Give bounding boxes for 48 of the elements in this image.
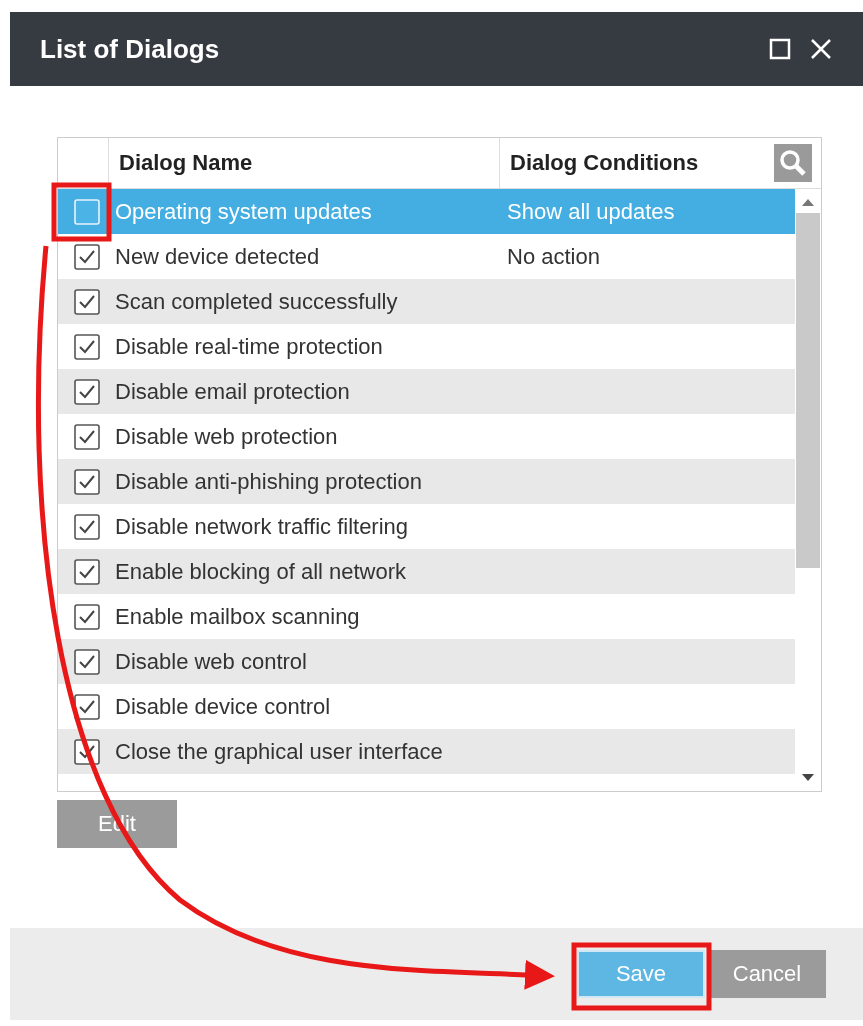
dialog-name: Operating system updates	[115, 198, 373, 225]
checkbox[interactable]	[73, 243, 100, 270]
close-icon[interactable]	[809, 37, 833, 61]
column-header[interactable]: Dialog Conditions	[500, 138, 770, 188]
checkbox[interactable]	[73, 333, 100, 360]
scroll-thumb[interactable]	[796, 213, 820, 568]
dialog-name: Close the graphical user interface	[115, 738, 444, 765]
dialog-name: Disable device control	[115, 693, 332, 720]
checkbox[interactable]	[73, 423, 100, 450]
scroll-up-icon[interactable]	[801, 197, 815, 207]
checkbox[interactable]	[73, 693, 100, 720]
table-row[interactable]: Disable web protection	[58, 414, 795, 459]
dialog-name: Disable web protection	[115, 423, 339, 450]
table-row[interactable]: Close the graphical user interface	[58, 729, 795, 774]
checkbox[interactable]	[73, 288, 100, 315]
table-row[interactable]: Disable device control	[58, 684, 795, 729]
table-row[interactable]: Disable network traffic filtering	[58, 504, 795, 549]
dialog-name: Disable web control	[115, 648, 308, 675]
column-header[interactable]: Dialog Name	[109, 138, 500, 188]
table-row[interactable]: Enable mailbox scanning	[58, 594, 795, 639]
dialog-condition: No action	[507, 243, 600, 270]
table-row[interactable]: Disable anti-phishing protection	[58, 459, 795, 504]
checkbox[interactable]	[73, 558, 100, 585]
dialog-name: Enable mailbox scanning	[115, 603, 361, 630]
table-row[interactable]: Enable blocking of all network	[58, 549, 795, 594]
dialog-name: Disable real-time protection	[115, 333, 384, 360]
checkbox[interactable]	[73, 603, 100, 630]
checkbox[interactable]	[73, 648, 100, 675]
window-title: List of Dialogs	[40, 33, 220, 65]
dialog-name: Disable anti-phishing protection	[115, 468, 423, 495]
table-row[interactable]: Disable real-time protection	[58, 324, 795, 369]
dialog-name: Enable blocking of all network	[115, 558, 408, 585]
checkbox[interactable]	[73, 378, 100, 405]
highlight-frame	[51, 182, 112, 242]
dialog-condition: Show all updates	[507, 198, 675, 225]
table-row[interactable]: Scan completed successfully	[58, 279, 795, 324]
dialog-name: Scan completed successfully	[115, 288, 399, 315]
dialog-name: New device detected	[115, 243, 321, 270]
table-row[interactable]: New device detected No action	[58, 234, 795, 279]
table-row[interactable]: Disable email protection	[58, 369, 795, 414]
search-icon[interactable]	[774, 144, 812, 182]
checkbox[interactable]	[73, 513, 100, 540]
table-row[interactable]: Disable web control	[58, 639, 795, 684]
checkbox[interactable]	[73, 468, 100, 495]
maximize-icon[interactable]	[769, 38, 791, 60]
dialog-name: Disable email protection	[115, 378, 351, 405]
dialog-name: Disable network traffic filtering	[115, 513, 410, 540]
scroll-down-icon[interactable]	[801, 773, 815, 783]
